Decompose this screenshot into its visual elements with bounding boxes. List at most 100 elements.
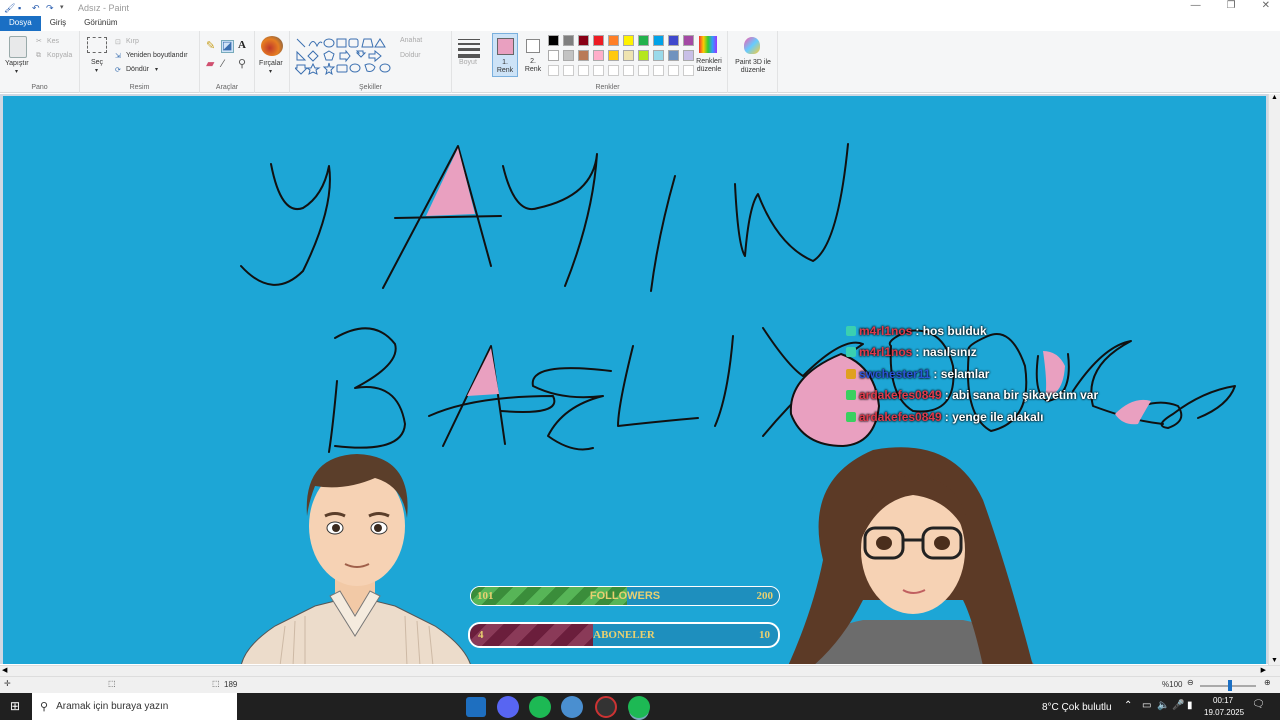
scroll-right-icon[interactable]: ▶: [1261, 666, 1266, 674]
text-icon[interactable]: A: [238, 40, 246, 51]
brushes-dropdown-icon[interactable]: ▾: [269, 68, 272, 75]
spotify-icon[interactable]: [529, 696, 551, 718]
palette-color-swatch[interactable]: [578, 50, 589, 61]
obs-icon[interactable]: [595, 696, 617, 718]
battery-icon[interactable]: ▮: [1187, 700, 1193, 711]
notification-icon[interactable]: 🗨: [1252, 699, 1265, 710]
palette-color-swatch[interactable]: [668, 35, 679, 46]
horizontal-scrollbar[interactable]: ◀ ▶: [0, 665, 1280, 676]
copy-button[interactable]: Kopyala: [47, 52, 72, 59]
eraser-icon[interactable]: ▰: [206, 59, 214, 70]
color1-selector[interactable]: 1. Renk: [492, 33, 518, 77]
windows-start-icon[interactable]: ⊞: [10, 699, 20, 713]
palette-color-swatch[interactable]: [653, 35, 664, 46]
pencil-icon[interactable]: ✎: [206, 41, 215, 52]
restore-button[interactable]: ❐: [1227, 0, 1236, 11]
palette-color-swatch[interactable]: [638, 35, 649, 46]
palette-color-swatch[interactable]: [563, 50, 574, 61]
microphone-icon[interactable]: 🎤: [1172, 700, 1184, 711]
zoom-out-icon[interactable]: ⊖: [1187, 678, 1194, 687]
rotate-button[interactable]: Döndür: [126, 66, 149, 73]
palette-color-swatch[interactable]: [653, 50, 664, 61]
palette-empty-swatch[interactable]: [578, 65, 589, 76]
close-button[interactable]: ✕: [1262, 0, 1270, 11]
tray-chevron-icon[interactable]: ⌃: [1124, 700, 1132, 711]
undo-icon[interactable]: ↶: [32, 3, 42, 13]
select-dropdown-icon[interactable]: ▾: [95, 67, 98, 74]
palette-color-swatch[interactable]: [563, 35, 574, 46]
drawing-canvas[interactable]: m4rl1nos: hos bulduk m4rl1nos: nasılsınız…: [3, 96, 1266, 664]
palette-empty-swatch[interactable]: [608, 65, 619, 76]
paste-button[interactable]: Yapıştır: [5, 60, 29, 67]
brush-icon[interactable]: [261, 36, 283, 56]
palette-color-swatch[interactable]: [623, 50, 634, 61]
weather-text[interactable]: 8°C Çok bulutlu: [1042, 702, 1112, 713]
tab-giris[interactable]: Giriş: [41, 16, 75, 31]
fill-button[interactable]: Doldur: [400, 52, 421, 59]
minimize-button[interactable]: —: [1191, 0, 1201, 11]
size-button[interactable]: Boyut: [459, 59, 477, 66]
discord-icon[interactable]: [497, 696, 519, 718]
crop-button[interactable]: Kırp: [126, 38, 139, 45]
palette-color-swatch[interactable]: [608, 35, 619, 46]
shapes-gallery[interactable]: [295, 37, 395, 75]
palette-color-swatch[interactable]: [683, 35, 694, 46]
palette-empty-swatch[interactable]: [668, 65, 679, 76]
title-bar: 🖌 ▪ ↶ ↷ ▾ Adsız - Paint — ❐ ✕: [0, 0, 1280, 16]
palette-empty-swatch[interactable]: [593, 65, 604, 76]
scroll-down-icon[interactable]: ▼: [1271, 657, 1278, 664]
resize-button[interactable]: Yeniden boyutlandır: [126, 52, 188, 59]
palette-color-swatch[interactable]: [593, 50, 604, 61]
outline-button[interactable]: Anahat: [400, 37, 422, 44]
paint3d-button[interactable]: Paint 3D ile düzenle: [732, 59, 774, 75]
paste-dropdown-icon[interactable]: ▾: [15, 68, 18, 75]
zoom-slider-thumb[interactable]: [1228, 680, 1232, 691]
color2-selector[interactable]: 2. Renk: [522, 33, 544, 77]
size-icon[interactable]: [458, 39, 480, 58]
paint-taskbar-icon[interactable]: [561, 696, 583, 718]
palette-color-swatch[interactable]: [548, 35, 559, 46]
edit-colors-button[interactable]: Renkleri düzenle: [694, 58, 724, 74]
palette-color-swatch[interactable]: [638, 50, 649, 61]
tab-gorunum[interactable]: Görünüm: [75, 16, 126, 31]
palette-color-swatch[interactable]: [608, 50, 619, 61]
palette-empty-swatch[interactable]: [563, 65, 574, 76]
chat-username: ardakefes0849: [859, 409, 942, 424]
palette-color-swatch[interactable]: [578, 35, 589, 46]
paint3d-icon[interactable]: [744, 37, 760, 54]
network-icon[interactable]: ▭: [1142, 700, 1151, 711]
rotate-dropdown-icon[interactable]: ▾: [155, 66, 158, 73]
brushes-button[interactable]: Fırçalar: [259, 60, 283, 67]
palette-color-swatch[interactable]: [668, 50, 679, 61]
edit-colors-icon[interactable]: [699, 36, 717, 53]
palette-color-swatch[interactable]: [548, 50, 559, 61]
spotify-active-icon[interactable]: [628, 696, 650, 718]
customize-quick-access-icon[interactable]: ▾: [60, 3, 70, 13]
color-picker-icon[interactable]: ⁄: [222, 59, 224, 70]
fill-icon[interactable]: ◪: [221, 40, 234, 53]
palette-color-swatch[interactable]: [593, 35, 604, 46]
taskbar-app-icon[interactable]: [466, 697, 486, 717]
paint-window: 🖌 ▪ ↶ ↷ ▾ Adsız - Paint — ❐ ✕ Dosya Giri…: [0, 0, 1280, 720]
clock-date[interactable]: 19.07.2025: [1204, 708, 1244, 717]
search-box[interactable]: ⚲ Aramak için buraya yazın: [32, 693, 237, 720]
clock-time[interactable]: 00:17: [1213, 696, 1233, 705]
tab-dosya[interactable]: Dosya: [0, 16, 41, 31]
palette-empty-swatch[interactable]: [683, 65, 694, 76]
scroll-left-icon[interactable]: ◀: [2, 666, 7, 674]
palette-empty-swatch[interactable]: [653, 65, 664, 76]
cut-button[interactable]: Kes: [47, 38, 59, 45]
scroll-up-icon[interactable]: ▲: [1271, 94, 1278, 101]
select-button[interactable]: Seç: [91, 59, 103, 66]
palette-empty-swatch[interactable]: [548, 65, 559, 76]
palette-empty-swatch[interactable]: [638, 65, 649, 76]
save-icon[interactable]: ▪: [18, 3, 28, 13]
vertical-scrollbar[interactable]: ▲ ▼: [1268, 94, 1280, 666]
redo-icon[interactable]: ↷: [46, 3, 56, 13]
palette-color-swatch[interactable]: [623, 35, 634, 46]
magnifier-icon[interactable]: ⚲: [238, 59, 246, 70]
zoom-in-icon[interactable]: ⊕: [1264, 678, 1271, 687]
palette-empty-swatch[interactable]: [623, 65, 634, 76]
volume-icon[interactable]: 🔈: [1157, 700, 1169, 711]
palette-color-swatch[interactable]: [683, 50, 694, 61]
